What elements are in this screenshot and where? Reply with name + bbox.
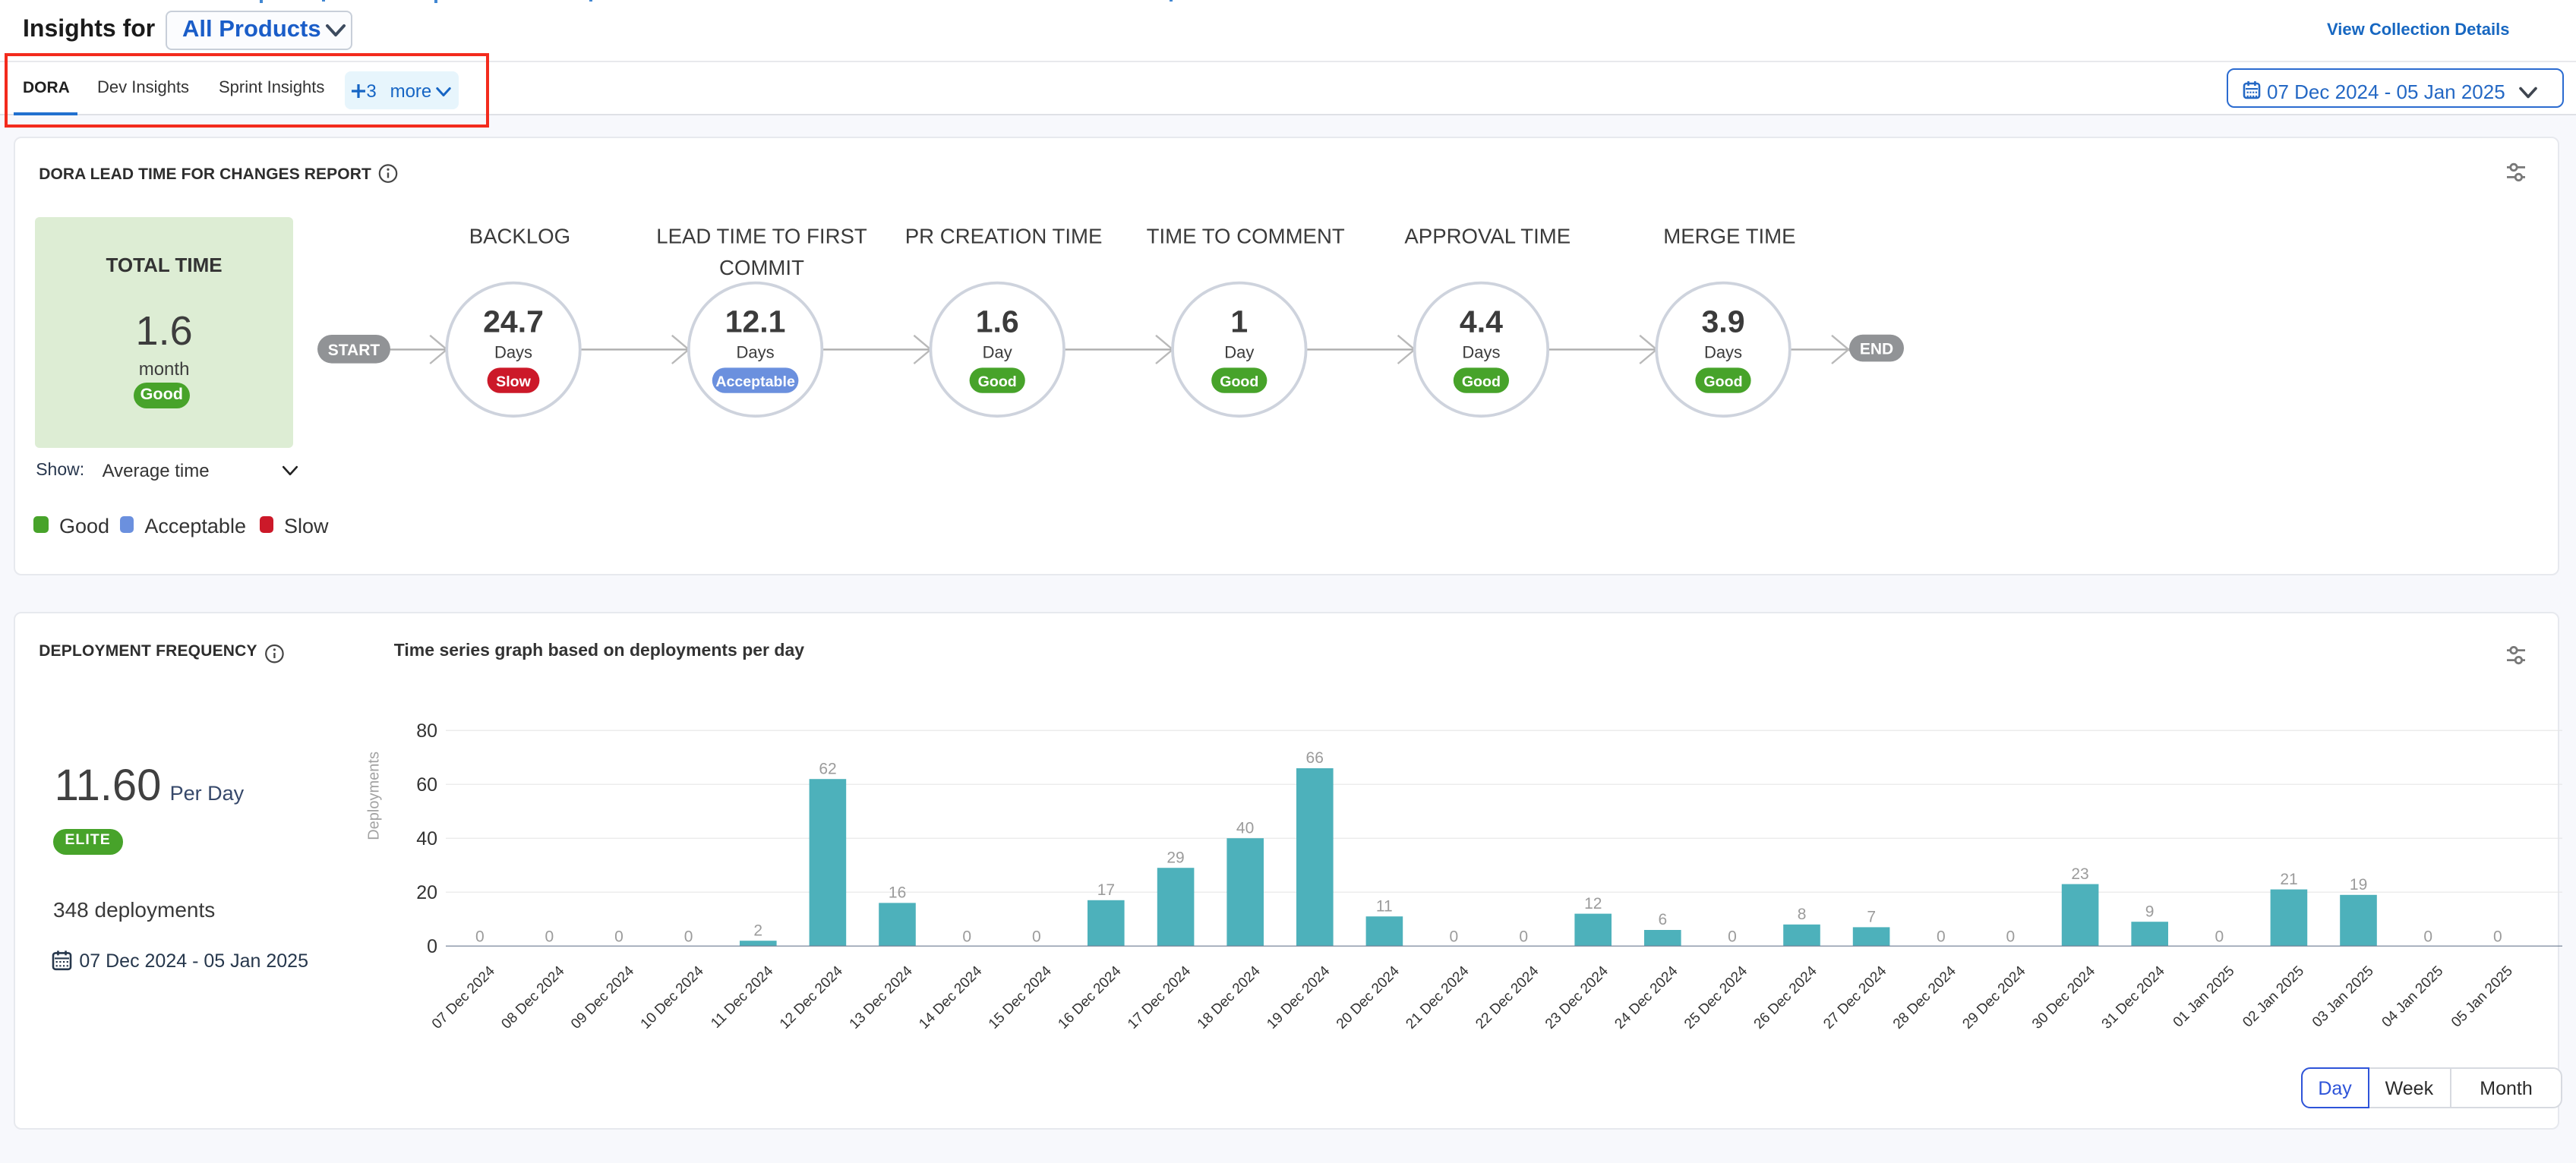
svg-text:0: 0 <box>962 928 971 946</box>
svg-text:03 Jan 2025: 03 Jan 2025 <box>2309 963 2377 1031</box>
svg-text:Good: Good <box>978 373 1017 390</box>
svg-text:28 Dec 2024: 28 Dec 2024 <box>1890 963 1959 1032</box>
svg-text:12.1: 12.1 <box>725 304 786 339</box>
svg-text:12 Dec 2024: 12 Dec 2024 <box>777 963 846 1032</box>
svg-text:66: 66 <box>1306 749 1324 767</box>
svg-text:Days: Days <box>1704 342 1742 361</box>
svg-text:Good: Good <box>1462 373 1501 390</box>
svg-text:23: 23 <box>2071 865 2088 883</box>
svg-text:24 Dec 2024: 24 Dec 2024 <box>1612 963 1681 1032</box>
svg-text:17 Dec 2024: 17 Dec 2024 <box>1125 963 1194 1032</box>
svg-text:0: 0 <box>614 928 623 946</box>
svg-text:1.6: 1.6 <box>976 304 1019 339</box>
svg-text:04 Jan 2025: 04 Jan 2025 <box>2379 963 2447 1031</box>
svg-text:62: 62 <box>819 760 836 777</box>
svg-text:7: 7 <box>1867 909 1876 926</box>
svg-text:COMMIT: COMMIT <box>719 256 804 279</box>
svg-text:START: START <box>328 342 380 359</box>
svg-text:END: END <box>1860 341 1893 358</box>
svg-text:24.7: 24.7 <box>483 304 544 339</box>
svg-text:09 Dec 2024: 09 Dec 2024 <box>568 963 637 1032</box>
svg-text:27 Dec 2024: 27 Dec 2024 <box>1820 963 1889 1032</box>
svg-text:4.4: 4.4 <box>1460 304 1503 339</box>
svg-text:2: 2 <box>753 922 762 939</box>
svg-text:30 Dec 2024: 30 Dec 2024 <box>2029 963 2098 1032</box>
svg-text:0: 0 <box>1728 928 1737 946</box>
svg-text:3.9: 3.9 <box>1702 304 1745 339</box>
svg-text:01 Jan 2025: 01 Jan 2025 <box>2170 963 2238 1031</box>
svg-text:12: 12 <box>1584 895 1602 912</box>
svg-text:6: 6 <box>1659 911 1668 928</box>
svg-text:0: 0 <box>2423 928 2432 946</box>
svg-text:0: 0 <box>1450 928 1459 946</box>
svg-text:BACKLOG: BACKLOG <box>469 224 570 247</box>
svg-text:Acceptable: Acceptable <box>715 373 795 390</box>
svg-text:07 Dec 2024: 07 Dec 2024 <box>429 963 498 1032</box>
svg-text:19 Dec 2024: 19 Dec 2024 <box>1264 963 1333 1032</box>
svg-text:Day: Day <box>983 342 1012 361</box>
svg-text:0: 0 <box>2493 928 2502 946</box>
svg-text:0: 0 <box>1937 928 1946 946</box>
svg-text:23 Dec 2024: 23 Dec 2024 <box>1542 963 1612 1032</box>
svg-text:31 Dec 2024: 31 Dec 2024 <box>2099 963 2168 1032</box>
svg-text:40: 40 <box>1236 819 1254 837</box>
svg-text:29 Dec 2024: 29 Dec 2024 <box>1959 963 2028 1032</box>
svg-text:08 Dec 2024: 08 Dec 2024 <box>498 963 567 1032</box>
svg-text:APPROVAL TIME: APPROVAL TIME <box>1404 224 1571 247</box>
svg-text:LEAD TIME TO FIRST: LEAD TIME TO FIRST <box>656 224 867 247</box>
svg-text:20: 20 <box>416 882 437 903</box>
svg-text:0: 0 <box>427 936 437 957</box>
svg-text:18 Dec 2024: 18 Dec 2024 <box>1195 963 1264 1032</box>
svg-text:9: 9 <box>2145 903 2155 920</box>
svg-text:80: 80 <box>416 720 437 742</box>
svg-text:Days: Days <box>1462 342 1500 361</box>
svg-text:0: 0 <box>2006 928 2016 946</box>
svg-text:0: 0 <box>1519 928 1528 946</box>
svg-text:Day: Day <box>1224 342 1254 361</box>
svg-text:0: 0 <box>684 928 693 946</box>
svg-text:26 Dec 2024: 26 Dec 2024 <box>1751 963 1820 1032</box>
svg-text:02 Jan 2025: 02 Jan 2025 <box>2240 963 2307 1031</box>
svg-text:16 Dec 2024: 16 Dec 2024 <box>1055 963 1124 1032</box>
svg-text:PR CREATION TIME: PR CREATION TIME <box>905 224 1103 247</box>
svg-text:TIME TO COMMENT: TIME TO COMMENT <box>1147 224 1345 247</box>
svg-text:29: 29 <box>1166 849 1184 866</box>
svg-text:21: 21 <box>2280 871 2297 888</box>
svg-text:21 Dec 2024: 21 Dec 2024 <box>1403 963 1472 1032</box>
svg-text:Good: Good <box>1703 373 1742 390</box>
svg-text:Days: Days <box>494 342 532 361</box>
svg-text:Good: Good <box>1220 373 1258 390</box>
svg-text:0: 0 <box>475 928 485 946</box>
svg-text:0: 0 <box>1032 928 1041 946</box>
svg-text:15 Dec 2024: 15 Dec 2024 <box>986 963 1055 1032</box>
svg-text:8: 8 <box>1798 906 1807 923</box>
svg-text:Days: Days <box>737 342 775 361</box>
svg-text:0: 0 <box>545 928 554 946</box>
svg-text:17: 17 <box>1097 881 1115 899</box>
svg-text:22 Dec 2024: 22 Dec 2024 <box>1473 963 1542 1032</box>
svg-text:Deployments: Deployments <box>366 752 383 840</box>
svg-text:11: 11 <box>1376 897 1393 915</box>
svg-text:16: 16 <box>889 884 906 902</box>
svg-text:60: 60 <box>416 774 437 796</box>
svg-text:14 Dec 2024: 14 Dec 2024 <box>916 963 985 1032</box>
svg-text:05 Jan 2025: 05 Jan 2025 <box>2448 963 2516 1031</box>
svg-text:Slow: Slow <box>496 373 531 390</box>
svg-text:25 Dec 2024: 25 Dec 2024 <box>1681 963 1750 1032</box>
svg-text:19: 19 <box>2350 876 2367 894</box>
svg-text:20 Dec 2024: 20 Dec 2024 <box>1334 963 1403 1032</box>
svg-text:10 Dec 2024: 10 Dec 2024 <box>638 963 707 1032</box>
svg-text:13 Dec 2024: 13 Dec 2024 <box>847 963 916 1032</box>
svg-text:MERGE TIME: MERGE TIME <box>1663 224 1795 247</box>
svg-text:1: 1 <box>1230 304 1248 339</box>
svg-text:0: 0 <box>2215 928 2224 946</box>
svg-text:11 Dec 2024: 11 Dec 2024 <box>708 963 776 1031</box>
svg-text:40: 40 <box>416 828 437 849</box>
